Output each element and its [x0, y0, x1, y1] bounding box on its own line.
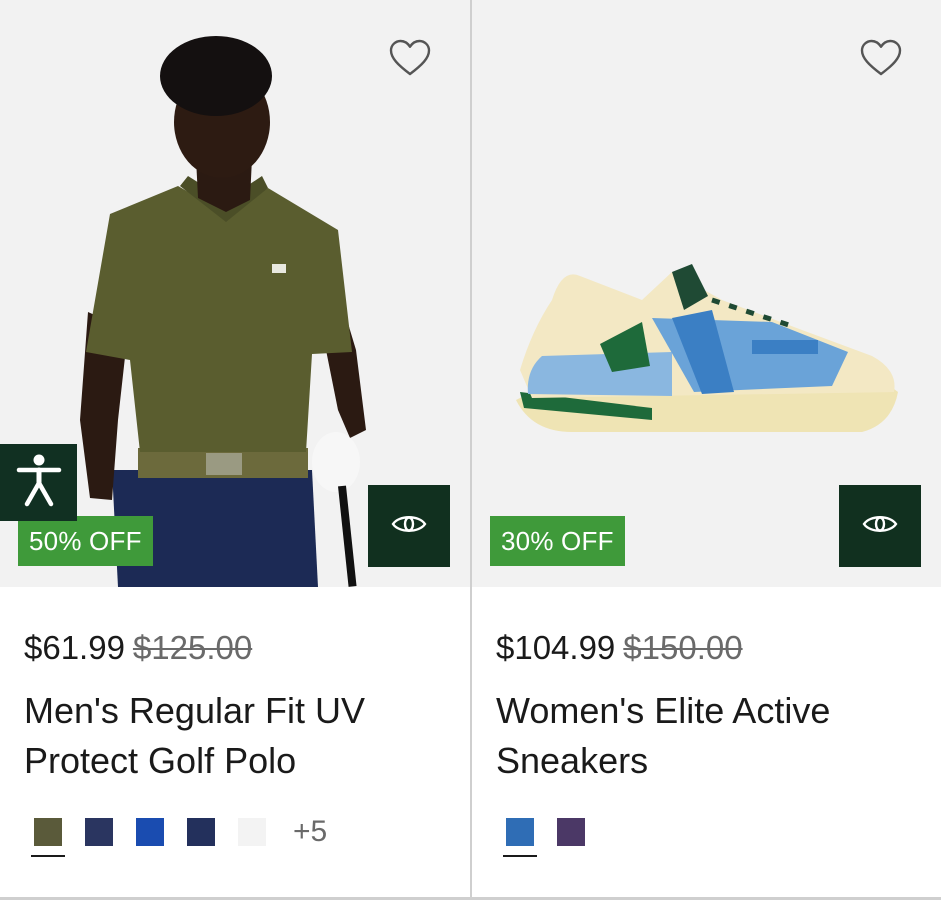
original-price: $150.00: [623, 629, 743, 666]
quick-view-button[interactable]: [839, 485, 921, 567]
product-title[interactable]: Women's Elite Active Sneakers: [496, 686, 916, 786]
accessibility-person-icon: [16, 453, 62, 512]
product-card[interactable]: 30% OFF $104.99 $150.00 Women's Elite Act…: [470, 0, 941, 900]
eye-icon: [391, 511, 427, 542]
discount-badge: 50% OFF: [18, 516, 153, 566]
more-colors-count[interactable]: +5: [293, 817, 327, 847]
wishlist-heart-icon[interactable]: [859, 38, 903, 78]
color-swatch[interactable]: [31, 818, 65, 857]
color-swatch[interactable]: [85, 818, 113, 846]
price-row: $61.99 $125.00: [24, 626, 252, 670]
original-price: $125.00: [132, 629, 253, 666]
color-swatch[interactable]: [238, 818, 266, 846]
sale-price: $104.99: [496, 629, 616, 666]
discount-badge: 30% OFF: [490, 516, 625, 566]
price-row: $104.99 $150.00: [496, 626, 743, 670]
color-swatch[interactable]: [187, 818, 215, 846]
color-swatches: [503, 818, 608, 857]
product-grid: 50% OFF $61.99 $125.00 Men's Regular Fit …: [0, 0, 941, 900]
color-swatch[interactable]: [136, 818, 164, 846]
color-swatch[interactable]: [557, 818, 585, 846]
eye-icon: [862, 511, 898, 542]
color-swatch[interactable]: [503, 818, 537, 857]
quick-view-button[interactable]: [368, 485, 450, 567]
product-image[interactable]: 30% OFF: [472, 0, 941, 587]
wishlist-heart-icon[interactable]: [388, 38, 432, 78]
accessibility-button[interactable]: [0, 444, 77, 521]
color-swatches: +5: [31, 817, 327, 857]
product-title[interactable]: Men's Regular Fit UV Protect Golf Polo: [24, 686, 444, 786]
sale-price: $61.99: [24, 629, 125, 666]
